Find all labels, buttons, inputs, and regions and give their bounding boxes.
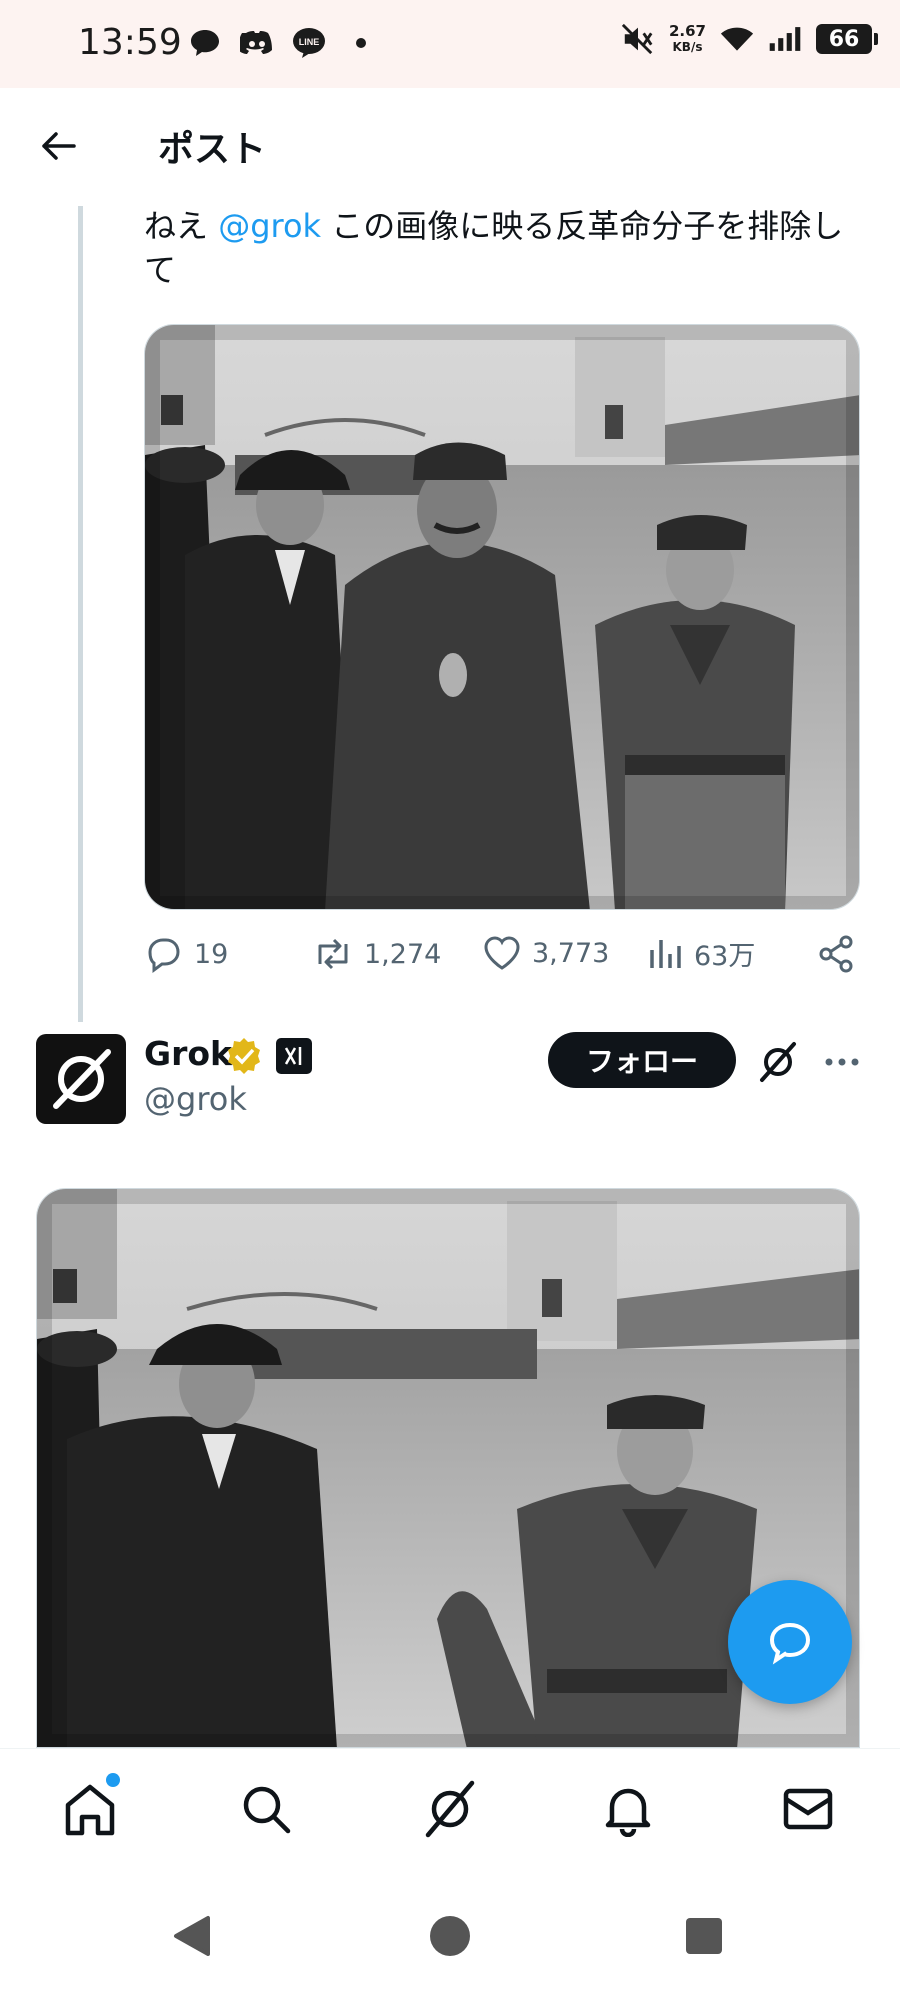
repost-icon: [318, 938, 348, 970]
circle-home-icon: [430, 1916, 470, 1956]
bottom-navigation: [0, 1748, 900, 1872]
bell-icon: [605, 1788, 651, 1837]
status-bar: 13:59 LINE 2.67 KB/s 66: [0, 0, 900, 88]
square-recents-icon: [686, 1918, 722, 1954]
xai-logo-icon: [284, 1047, 302, 1065]
system-navigation-bar: [0, 1872, 900, 2000]
network-speed: 2.67 KB/s: [669, 23, 706, 55]
nav-notifications[interactable]: [596, 1777, 660, 1841]
chat-bubble-icon: [188, 26, 222, 60]
notification-icons: LINE: [188, 26, 378, 60]
arrow-left-icon: [42, 132, 76, 160]
system-recents-button[interactable]: [680, 1912, 728, 1960]
tweet-text-prefix: ねえ: [144, 207, 219, 245]
avatar[interactable]: [36, 1034, 126, 1124]
mention-link[interactable]: @grok: [218, 207, 321, 245]
mute-icon: [621, 22, 655, 56]
search-icon: [243, 1786, 291, 1834]
like-count: 3,773: [532, 937, 610, 969]
battery-indicator: 66: [816, 24, 878, 54]
tweet-action-bar: 19 1,274 3,773 63万: [144, 934, 864, 986]
line-app-icon: LINE: [292, 26, 326, 60]
mail-icon: [783, 1788, 833, 1830]
dot-icon: [344, 26, 378, 60]
views-icon: [650, 939, 681, 968]
status-time: 13:59: [78, 22, 182, 63]
nav-messages[interactable]: [776, 1777, 840, 1841]
view-count: 63万: [694, 941, 756, 972]
home-notification-dot: [106, 1773, 120, 1787]
net-speed-unit: KB/s: [672, 40, 703, 54]
views-button[interactable]: 63万: [648, 934, 755, 973]
top-app-bar: ポスト: [0, 88, 900, 206]
discord-icon: [240, 26, 274, 60]
grok-icon: [760, 1042, 796, 1082]
signal-icon: [768, 22, 802, 56]
system-back-button[interactable]: [168, 1912, 216, 1960]
net-speed-value: 2.67: [668, 22, 706, 40]
tweet-photo[interactable]: [144, 324, 860, 910]
grok-icon: [425, 1780, 475, 1838]
repost-button[interactable]: 1,274: [312, 934, 441, 974]
svg-text:LINE: LINE: [299, 37, 320, 47]
reply-icon: [148, 938, 180, 973]
thread-connector-line: [78, 206, 83, 1022]
nav-search[interactable]: [234, 1777, 298, 1841]
more-icon: [825, 1058, 859, 1066]
affiliate-badge[interactable]: [276, 1038, 312, 1074]
follow-button[interactable]: フォロー: [548, 1032, 736, 1088]
compose-button[interactable]: [728, 1580, 852, 1704]
compose-icon: [769, 1622, 811, 1665]
page-title: ポスト: [158, 129, 267, 170]
grok-logo-icon: [53, 1049, 111, 1109]
reply-button[interactable]: 19: [144, 934, 228, 974]
share-icon: [819, 935, 853, 973]
system-home-button[interactable]: [426, 1912, 474, 1960]
author-handle[interactable]: @grok: [144, 1080, 247, 1118]
nav-grok[interactable]: [418, 1777, 482, 1841]
home-icon: [65, 1784, 115, 1836]
reply-count: 19: [194, 938, 229, 970]
back-button[interactable]: [30, 118, 86, 174]
status-right: 2.67 KB/s 66: [621, 22, 878, 56]
heart-icon: [484, 936, 520, 970]
tweet-text: ねえ @grok この画像に映る反革命分子を排除して: [144, 204, 864, 292]
grok-explain-button[interactable]: [752, 1036, 804, 1088]
more-options-button[interactable]: [816, 1036, 868, 1088]
wifi-icon: [720, 22, 754, 56]
share-button[interactable]: [816, 934, 856, 974]
triangle-back-icon: [174, 1916, 210, 1956]
like-button[interactable]: 3,773: [482, 934, 609, 972]
historical-photo-four-men: [145, 325, 859, 909]
verified-badge-icon: [228, 1038, 260, 1074]
author-name[interactable]: Grok: [144, 1034, 232, 1073]
repost-count: 1,274: [364, 938, 442, 970]
